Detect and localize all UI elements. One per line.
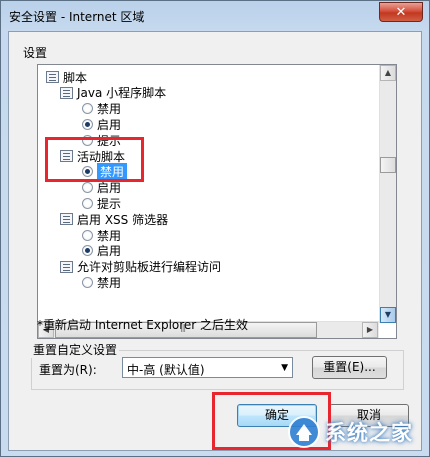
tree-radio-item[interactable]: 禁用 [82, 227, 121, 243]
tree-item-label: 脚本 [63, 70, 88, 85]
settings-category-icon [60, 260, 73, 273]
tree-radio-item[interactable]: 启用 [82, 116, 121, 132]
tree-radio-item[interactable]: 提示 [82, 195, 121, 211]
reset-button[interactable]: 重置(E)... [312, 356, 387, 379]
radio-unchecked-icon [82, 229, 93, 241]
tree-radio-item[interactable]: 启用 [82, 180, 121, 196]
tree-radio-item[interactable]: 禁用 [82, 274, 121, 290]
tree-category-item[interactable]: 活动脚本 [60, 148, 125, 164]
tree-item-label: 启用 [97, 181, 122, 196]
tree-item-label: 禁用 [97, 163, 128, 181]
radio-unchecked-icon [82, 276, 93, 288]
tree-category-item[interactable]: 启用 XSS 筛选器 [60, 211, 168, 227]
chevron-down-icon: ▼ [281, 363, 288, 373]
reset-level-value: 中-高 (默认值) [127, 363, 205, 377]
tree-item-label: 启用 [97, 117, 122, 132]
tree-category-item[interactable]: Java 小程序脚本 [60, 85, 166, 101]
radio-unchecked-icon [82, 197, 93, 209]
tree-radio-item[interactable]: 提示 [82, 132, 121, 148]
tree-item-label: Java 小程序脚本 [77, 86, 167, 101]
vertical-scrollbar[interactable]: ▲ ▼ [379, 65, 396, 323]
radio-unchecked-icon [82, 103, 93, 115]
radio-checked-icon [82, 118, 93, 130]
tree-radio-item[interactable]: 禁用 [82, 101, 121, 117]
tree-item-label: 提示 [97, 133, 122, 148]
tree-item-label: 禁用 [97, 275, 122, 290]
tree-radio-item[interactable]: 启用 [82, 243, 121, 259]
tree-item-label: 禁用 [97, 102, 122, 117]
settings-category-icon [46, 71, 59, 83]
tree-item-label: 启用 XSS 筛选器 [77, 212, 169, 227]
radio-checked-icon [82, 245, 93, 257]
settings-category-icon [60, 213, 73, 226]
scroll-up-button[interactable]: ▲ [380, 65, 396, 81]
cancel-button[interactable]: 取消 [329, 404, 409, 427]
reset-level-select[interactable]: 中-高 (默认值) ▼ [122, 357, 293, 378]
tree-item-label: 提示 [97, 196, 122, 211]
dialog-window: 安全设置 - Internet 区域 ✕ 设置 脚本 Java 小程序脚本 禁用 启用… [0, 0, 430, 457]
ok-button[interactable]: 确定 [237, 404, 317, 427]
tree-item-label: 活动脚本 [77, 149, 126, 164]
scroll-right-button[interactable]: ▶ [362, 322, 378, 338]
vertical-scroll-thumb[interactable] [380, 157, 396, 173]
settings-category-icon [60, 86, 73, 99]
close-button[interactable]: ✕ [379, 2, 423, 22]
tree-category-item[interactable]: 允许对剪贴板进行编程访问 [60, 259, 221, 275]
reset-to-label: 重置为(R): [39, 363, 97, 377]
tree-radio-item[interactable]: 禁用 [82, 163, 128, 181]
tree-item-label: 禁用 [97, 228, 122, 243]
tree-item-label: 启用 [97, 244, 122, 259]
scroll-down-button[interactable]: ▼ [380, 307, 396, 323]
tree-item-label: 允许对剪贴板进行编程访问 [77, 260, 222, 275]
settings-category-icon [60, 150, 73, 162]
reset-group-label: 重置自定义设置 [31, 341, 120, 358]
dialog-body: 设置 脚本 Java 小程序脚本 禁用 启用 提示 活动脚本 禁用 启用 提示 启用 XSS 筛选… [8, 31, 422, 451]
radio-unchecked-icon [82, 134, 93, 146]
restart-note: *重新启动 Internet Explorer 之后生效 [37, 318, 249, 332]
title-bar[interactable]: 安全设置 - Internet 区域 ✕ [1, 1, 429, 31]
radio-checked-icon [82, 166, 93, 178]
tree-category-item[interactable]: 脚本 [46, 69, 87, 85]
settings-group-label: 设置 [23, 46, 48, 60]
settings-tree[interactable]: 脚本 Java 小程序脚本 禁用 启用 提示 活动脚本 禁用 启用 提示 启用 XSS 筛选器 禁用… [37, 64, 397, 339]
radio-unchecked-icon [82, 182, 93, 194]
window-title: 安全设置 - Internet 区域 [9, 10, 145, 24]
